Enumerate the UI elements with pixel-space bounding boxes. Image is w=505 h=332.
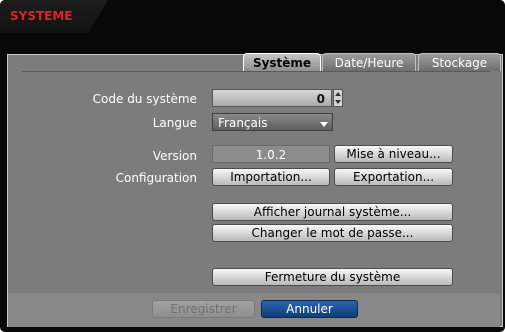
- show-system-log-button[interactable]: Afficher journal système...: [212, 203, 453, 221]
- chevron-down-icon: [320, 122, 328, 127]
- system-code-value: 0: [316, 92, 325, 106]
- system-code-field[interactable]: 0: [212, 89, 332, 107]
- upgrade-button[interactable]: Mise à niveau...: [334, 145, 453, 163]
- cancel-button[interactable]: Annuler: [261, 300, 358, 318]
- tab-date-heure[interactable]: Date/Heure: [322, 53, 416, 71]
- spinner-arrows-icon: [335, 92, 341, 104]
- export-button[interactable]: Exportation...: [334, 168, 453, 186]
- system-code-spinner[interactable]: [333, 89, 343, 107]
- configuration-label: Configuration: [115, 171, 197, 185]
- tab-systeme[interactable]: Système: [243, 53, 321, 71]
- version-label: Version: [152, 149, 197, 163]
- language-label: Langue: [152, 116, 197, 130]
- system-code-label: Code du système: [92, 92, 197, 106]
- language-select[interactable]: Français: [212, 113, 333, 131]
- shutdown-button[interactable]: Fermeture du système: [212, 268, 453, 286]
- save-button[interactable]: Enregistrer: [152, 300, 255, 318]
- title-tab: SYSTEME: [0, 0, 108, 33]
- change-password-button[interactable]: Changer le mot de passe...: [212, 224, 453, 242]
- dialog-window: SYSTEME Système Date/Heure Stockage Code…: [0, 0, 505, 332]
- version-value: 1.0.2: [212, 145, 330, 163]
- window-title: SYSTEME: [10, 9, 73, 23]
- tab-stockage[interactable]: Stockage: [418, 53, 501, 71]
- import-button[interactable]: Importation...: [212, 168, 330, 186]
- language-value: Français: [218, 116, 268, 130]
